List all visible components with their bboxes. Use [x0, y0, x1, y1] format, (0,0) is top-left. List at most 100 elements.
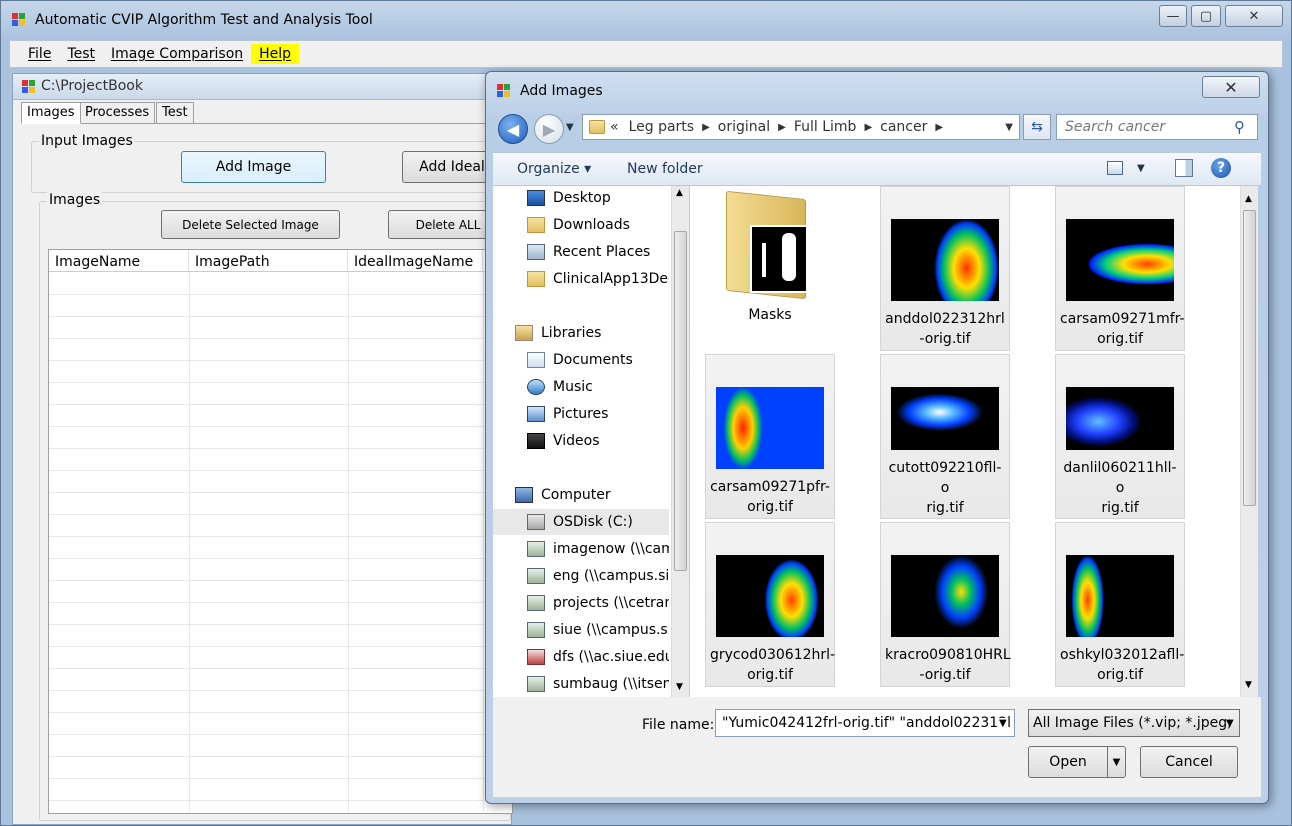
minimize-button[interactable]: —: [1159, 5, 1187, 27]
file-name-line: carsam09271mfr-: [1060, 311, 1185, 327]
file-name-label: cutott092210fll-o rig.tif: [885, 458, 1005, 518]
breadcrumb-leg-parts[interactable]: Leg parts: [624, 119, 700, 135]
file-list-scrollbar[interactable]: ▲ ▼: [1240, 186, 1258, 697]
table-row: [49, 294, 512, 295]
column-header-idealimagename[interactable]: IdealImageName: [348, 250, 483, 272]
search-input[interactable]: Search cancer: [1056, 114, 1258, 140]
nav-item-label: siue (\\campus.siu: [553, 622, 669, 638]
recent-locations-dropdown[interactable]: ▼: [566, 122, 574, 133]
file-item[interactable]: cutott092210fll-o rig.tif: [880, 354, 1010, 519]
folder-icon: [722, 187, 818, 300]
nav-item-desktop[interactable]: Desktop: [493, 185, 669, 211]
nav-item-eng-campus-siu[interactable]: eng (\\campus.siu: [493, 563, 669, 589]
navigation-scroll-thumb[interactable]: [674, 231, 687, 571]
nav-item-recent-places[interactable]: Recent Places: [493, 239, 669, 265]
nav-item-osdisk-c[interactable]: OSDisk (C:): [493, 509, 669, 535]
nav-item-libraries[interactable]: Libraries: [493, 320, 669, 346]
nav-item-clinicalapp13dec[interactable]: ClinicalApp13Dec: [493, 266, 669, 292]
breadcrumb-chevron-icon[interactable]: ▶: [932, 122, 946, 133]
tab-images[interactable]: Images: [21, 102, 81, 124]
scroll-up-icon[interactable]: ▲: [676, 188, 683, 198]
nav-item-music[interactable]: Music: [493, 374, 669, 400]
table-row: [49, 580, 512, 581]
refresh-button[interactable]: ⇆: [1023, 114, 1051, 140]
dialog-footer: File name: "Yumic042412frl-orig.tif" "an…: [493, 697, 1261, 797]
nav-item-label: Libraries: [541, 325, 602, 341]
scroll-down-icon[interactable]: ▼: [1245, 680, 1252, 690]
table-row: [49, 624, 512, 625]
breadcrumb-full-limb[interactable]: Full Limb: [789, 119, 862, 135]
breadcrumb-original[interactable]: original: [713, 119, 775, 135]
breadcrumb-cancer[interactable]: cancer: [875, 119, 932, 135]
forward-button[interactable]: ▶: [534, 114, 564, 144]
organize-menu[interactable]: Organize ▾: [517, 161, 591, 177]
file-item[interactable]: grycod030612hrl-orig.tif: [705, 522, 835, 687]
column-header-imagepath[interactable]: ImagePath: [189, 250, 348, 272]
delete-selected-image-button[interactable]: Delete Selected Image: [161, 210, 340, 239]
maximize-button[interactable]: ▢: [1191, 5, 1221, 27]
file-name-label: carsam09271pfr-orig.tif: [710, 477, 830, 517]
dialog-close-button[interactable]: ✕: [1202, 76, 1260, 98]
navigation-scrollbar[interactable]: ▲ ▼: [671, 186, 689, 697]
view-dropdown-icon[interactable]: ▼: [1137, 163, 1145, 174]
nav-item-pictures[interactable]: Pictures: [493, 401, 669, 427]
open-button[interactable]: Open ▼: [1028, 746, 1126, 778]
help-icon[interactable]: ?: [1211, 158, 1231, 178]
file-name-line: danlil060211hll-o: [1063, 460, 1177, 496]
menu-file[interactable]: File: [20, 44, 59, 64]
breadcrumb-chevron-icon[interactable]: ▶: [699, 122, 713, 133]
breadcrumb-chevron-icon[interactable]: ▶: [861, 122, 875, 133]
nav-item-videos[interactable]: Videos: [493, 428, 669, 454]
file-scroll-thumb[interactable]: [1243, 210, 1256, 506]
address-dropdown-icon[interactable]: ▼: [1005, 122, 1013, 133]
scroll-up-icon[interactable]: ▲: [1245, 194, 1252, 204]
file-item[interactable]: anddol022312hrl -orig.tif: [880, 186, 1010, 351]
file-item[interactable]: danlil060211hll-o rig.tif: [1055, 354, 1185, 519]
table-row: [49, 360, 512, 361]
nav-item-siue-campus-siu[interactable]: siue (\\campus.siu: [493, 617, 669, 643]
nav-item-sumbaug-itseng[interactable]: sumbaug (\\itseng: [493, 671, 669, 697]
file-type-select[interactable]: All Image Files (*.vip; *.jpeg;: [1028, 709, 1240, 737]
file-item[interactable]: kracro090810HRL -orig.tif: [880, 522, 1011, 687]
preview-pane-icon[interactable]: [1175, 159, 1193, 177]
tab-test[interactable]: Test: [156, 102, 194, 124]
file-type-dropdown-icon[interactable]: ▼: [1226, 718, 1234, 729]
nav-item-downloads[interactable]: Downloads: [493, 212, 669, 238]
images-table[interactable]: ImageName ImagePath IdealImageName I: [48, 249, 514, 814]
add-image-button[interactable]: Add Image: [181, 151, 326, 183]
address-bar[interactable]: « Leg parts ▶ original ▶ Full Limb ▶ can…: [582, 114, 1020, 140]
tab-processes[interactable]: Processes: [79, 102, 156, 124]
file-item[interactable]: carsam09271pfr-orig.tif: [705, 354, 835, 519]
menu-help[interactable]: Help: [251, 44, 300, 64]
column-header-imagename[interactable]: ImageName: [49, 250, 189, 272]
cancel-button[interactable]: Cancel: [1140, 746, 1238, 778]
nav-item-imagenow-cam[interactable]: imagenow (\\cam: [493, 536, 669, 562]
menu-test[interactable]: Test: [59, 44, 103, 64]
recent-places-icon: [527, 244, 545, 260]
scroll-down-icon[interactable]: ▼: [676, 682, 683, 692]
dialog-title: Add Images: [520, 83, 603, 99]
table-column-divider: [348, 272, 349, 812]
file-name-dropdown-icon[interactable]: ▼: [999, 718, 1007, 729]
search-icon[interactable]: ⚲: [1234, 118, 1245, 136]
file-item[interactable]: carsam09271mfr-orig.tif: [1055, 186, 1185, 351]
breadcrumb-overflow[interactable]: «: [605, 119, 624, 135]
file-item[interactable]: oshkyl032012afll-orig.tif: [1055, 522, 1185, 687]
back-button[interactable]: ◀: [498, 114, 528, 144]
file-name-field[interactable]: "Yumic042412frl-orig.tif" "anddol022312l: [715, 709, 1015, 737]
new-folder-button[interactable]: New folder: [627, 161, 703, 177]
folder-item-masks[interactable]: Masks: [705, 186, 835, 351]
view-options-icon[interactable]: [1107, 161, 1123, 175]
close-button[interactable]: ✕: [1225, 5, 1283, 27]
dialog-app-icon: [496, 83, 512, 103]
breadcrumb-chevron-icon[interactable]: ▶: [775, 122, 789, 133]
dialog-toolbar: Organize ▾ New folder ▼ ?: [493, 152, 1261, 186]
nav-item-dfs-ac-siue-edu[interactable]: dfs (\\ac.siue.edu): [493, 644, 669, 670]
nav-item-computer[interactable]: Computer: [493, 482, 669, 508]
nav-item-projects-cetran[interactable]: projects (\\cetran: [493, 590, 669, 616]
menu-image-comparison[interactable]: Image Comparison: [103, 44, 251, 64]
nav-item-label: Recent Places: [553, 244, 651, 260]
open-split-dropdown-icon[interactable]: ▼: [1107, 747, 1125, 777]
nav-item-documents[interactable]: Documents: [493, 347, 669, 373]
image-thumbnail: [716, 387, 824, 469]
